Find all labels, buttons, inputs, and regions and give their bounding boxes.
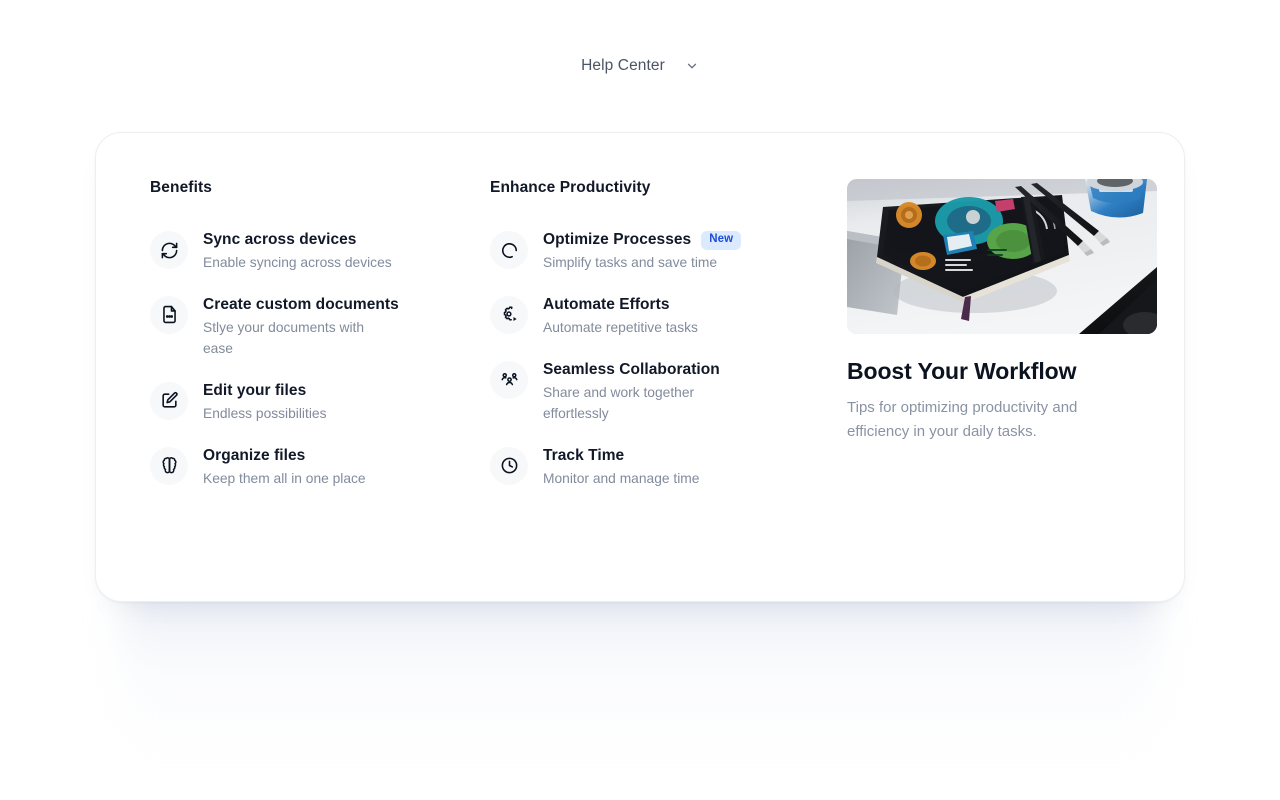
- brain-icon: [150, 446, 188, 485]
- list-item-title-row: Edit your files: [203, 381, 326, 402]
- list-item-title: Track Time: [543, 446, 625, 464]
- list-item-body: Create custom documents Stlye your docum…: [203, 294, 399, 360]
- help-center-dropdown[interactable]: Help Center: [571, 51, 709, 81]
- list-item-title: Optimize Processes: [543, 231, 692, 248]
- list-item-create-custom-documents[interactable]: Create custom documents Stlye your docum…: [146, 284, 486, 370]
- list-item-body: Sync across devices Enable syncing acros…: [203, 229, 392, 274]
- help-center-label: Help Center: [581, 57, 665, 74]
- list-item-title-row: Optimize Processes New: [543, 230, 742, 251]
- loader-circle-icon: [490, 231, 528, 269]
- list-item-description: Simplify tasks and save time: [543, 254, 718, 270]
- productivity-column: Enhance Productivity Optimize Processes …: [486, 179, 826, 561]
- list-item-track-time[interactable]: Track Time Monitor and manage time: [486, 435, 826, 500]
- list-item-sync-across-devices[interactable]: Sync across devices Enable syncing acros…: [146, 219, 486, 284]
- list-item-title: Sync across devices: [203, 231, 357, 248]
- list-item-edit-your-files[interactable]: Edit your files Endless possibilities: [146, 370, 486, 435]
- list-item-title-row: Seamless Collaboration: [543, 360, 720, 381]
- promo-description: Tips for optimizing productivity and eff…: [847, 398, 1078, 440]
- promo-image: [847, 179, 1157, 334]
- file-text-icon: [150, 295, 188, 334]
- status-badge: New: [701, 231, 742, 250]
- benefits-column-title: Benefits: [150, 179, 212, 196]
- list-item-body: Automate Efforts Automate repetitive tas…: [543, 294, 698, 339]
- desk-photo-illustration: [847, 179, 1157, 334]
- users-group-icon: [490, 360, 528, 399]
- list-item-title: Edit your files: [203, 381, 307, 399]
- list-item-description: Stlye your documents with ease: [203, 319, 365, 356]
- list-item-organize-files[interactable]: Organize files Keep them all in one plac…: [146, 435, 486, 500]
- refresh-cw-icon: [150, 231, 188, 269]
- list-item-description: Monitor and manage time: [543, 470, 700, 486]
- help-center-card: Benefits Sync across devices Enable sync…: [95, 132, 1185, 602]
- list-item-optimize-processes[interactable]: Optimize Processes New Simplify tasks an…: [486, 219, 826, 284]
- list-item-body: Edit your files Endless possibilities: [203, 380, 326, 425]
- list-item-title: Organize files: [203, 446, 306, 464]
- benefits-list: Sync across devices Enable syncing acros…: [146, 219, 486, 500]
- list-item-description: Enable syncing across devices: [203, 254, 392, 270]
- list-item-seamless-collaboration[interactable]: Seamless Collaboration Share and work to…: [486, 349, 826, 435]
- square-pen-icon: [150, 381, 188, 420]
- list-item-body: Track Time Monitor and manage time: [543, 445, 699, 490]
- list-item-title-row: Organize files: [203, 446, 366, 467]
- list-item-description: Endless possibilities: [203, 405, 327, 421]
- productivity-list: Optimize Processes New Simplify tasks an…: [486, 219, 826, 500]
- list-item-description: Automate repetitive tasks: [543, 319, 698, 335]
- list-item-description: Keep them all in one place: [203, 470, 366, 486]
- list-item-title-row: Create custom documents: [203, 295, 399, 316]
- settings-play-icon: [490, 295, 528, 334]
- list-item-body: Organize files Keep them all in one plac…: [203, 445, 366, 490]
- productivity-column-title: Enhance Productivity: [490, 179, 651, 196]
- list-item-title: Automate Efforts: [543, 295, 670, 313]
- list-item-body: Optimize Processes New Simplify tasks an…: [543, 229, 742, 274]
- main-card-wrapper: Benefits Sync across devices Enable sync…: [95, 132, 1185, 762]
- clock-icon: [490, 446, 528, 485]
- list-item-title-row: Automate Efforts: [543, 295, 698, 316]
- list-item-description: Share and work together effortlessly: [543, 384, 695, 421]
- benefits-column: Benefits Sync across devices Enable sync…: [146, 179, 486, 561]
- list-item-automate-efforts[interactable]: Automate Efforts Automate repetitive tas…: [486, 284, 826, 349]
- list-item-title-row: Sync across devices: [203, 230, 392, 251]
- promo-column: Boost Your Workflow Tips for optimizing …: [826, 179, 1157, 561]
- list-item-title-row: Track Time: [543, 446, 699, 467]
- page-header: Help Center: [0, 0, 1280, 132]
- promo-title: Boost Your Workflow: [847, 358, 1077, 384]
- chevron-down-icon[interactable]: [685, 59, 699, 73]
- list-item-title: Create custom documents: [203, 295, 399, 313]
- list-item-body: Seamless Collaboration Share and work to…: [543, 359, 720, 425]
- list-item-title: Seamless Collaboration: [543, 360, 720, 378]
